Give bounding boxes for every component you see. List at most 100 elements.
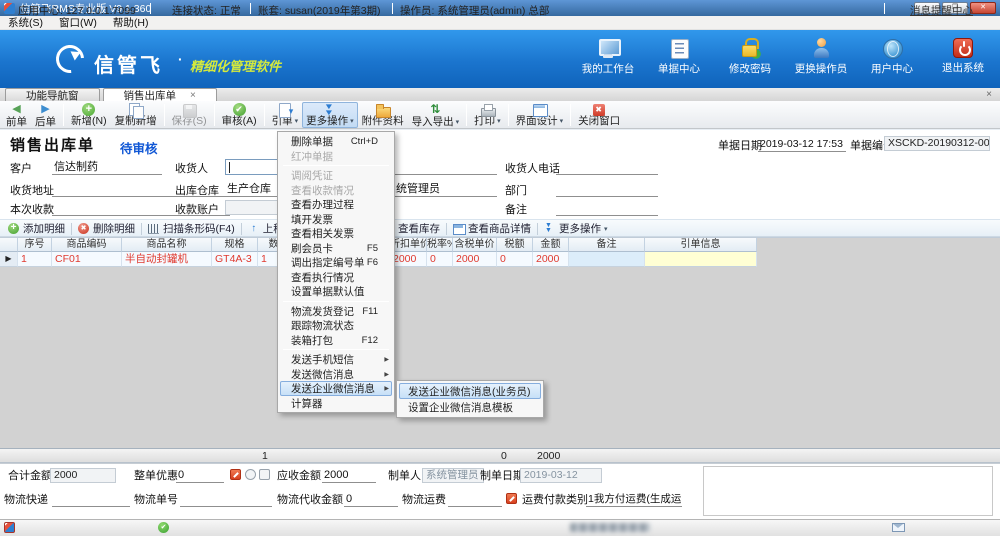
banner-action-document-center[interactable]: 单据中心 bbox=[650, 37, 708, 76]
detail-button-delete-row[interactable]: 删除明细 bbox=[74, 221, 139, 236]
toolbar-button-copy[interactable]: 复制新增 bbox=[111, 102, 161, 128]
waybill-field[interactable] bbox=[180, 492, 272, 507]
tabbar-close-icon[interactable]: × bbox=[986, 88, 992, 101]
menu-item-label: 查看执行情况 bbox=[291, 271, 378, 284]
document-type-title: 销售出库单 bbox=[10, 134, 95, 155]
add-row-icon bbox=[8, 223, 20, 235]
toolbar-button-label: 导入导出▾ bbox=[412, 117, 460, 128]
receivable-field[interactable]: 2000 bbox=[322, 468, 376, 483]
detail-button-more-lite[interactable]: 更多操作▾ bbox=[540, 221, 612, 236]
grid-cell[interactable]: CF01 bbox=[52, 252, 122, 267]
submenu-item[interactable]: 发送企业微信消息(业务员) bbox=[399, 383, 541, 399]
discount-percent-icon[interactable] bbox=[245, 469, 256, 480]
tab-bar: 功能导航窗销售出库单× × bbox=[0, 88, 1000, 101]
menu-item[interactable]: 查看办理过程 bbox=[280, 197, 392, 212]
toolbar-button-attachment[interactable]: 附件资料 bbox=[358, 102, 408, 128]
discount-edit-icon[interactable] bbox=[230, 469, 241, 480]
submenu-item[interactable]: 设置企业微信消息模板 bbox=[399, 399, 541, 415]
grid-header-cell[interactable]: 备注 bbox=[569, 238, 645, 252]
freight-type-field[interactable]: 1我方付运费(生成运 bbox=[586, 492, 682, 507]
toolbar-button-ui-design[interactable]: 界面设计▾ bbox=[512, 102, 568, 128]
menu-item[interactable]: 设置单据默认值 bbox=[280, 284, 392, 299]
toolbar-button-close-window[interactable]: 关闭窗口 bbox=[574, 102, 624, 128]
grid-cell[interactable]: 0 bbox=[427, 252, 453, 267]
menu-item[interactable]: 装箱打包F12 bbox=[280, 333, 392, 348]
toolbar-button-prev-doc[interactable]: 前单 bbox=[2, 102, 31, 128]
grid-header-cell[interactable]: 税率% bbox=[427, 238, 453, 252]
grid-header-cell[interactable]: 引单信息 bbox=[645, 238, 757, 252]
tab-sales-outbound-order[interactable]: 销售出库单× bbox=[103, 88, 217, 101]
document-center-icon bbox=[668, 37, 690, 59]
grid-header-cell[interactable]: 商品名称 bbox=[122, 238, 212, 252]
freight-edit-icon[interactable] bbox=[506, 493, 517, 504]
banner-action-switch-user[interactable]: 更换操作员 bbox=[792, 37, 850, 76]
menu-item[interactable]: 发送微信消息▶ bbox=[280, 367, 392, 382]
grid-header-cell[interactable]: 税额 bbox=[497, 238, 533, 252]
toolbar-button-next-doc[interactable]: 后单 bbox=[31, 102, 60, 128]
summary-cell bbox=[300, 449, 390, 464]
cod-amount-field[interactable]: 0 bbox=[344, 492, 398, 507]
banner-action-workbench[interactable]: 我的工作台 bbox=[579, 37, 637, 76]
toolbar-button-more-actions[interactable]: 更多操作▾ bbox=[302, 102, 358, 128]
detail-button-add-row[interactable]: 添加明细 bbox=[4, 221, 69, 236]
department-field[interactable] bbox=[556, 182, 658, 197]
menu-item[interactable]: 调出指定编号单据F6 bbox=[280, 255, 392, 270]
detail-button-barcode[interactable]: 扫描条形码(F4) bbox=[144, 221, 239, 236]
banner-action-user-center[interactable]: 用户中心 bbox=[863, 37, 921, 76]
menu-item[interactable]: 删除单据Ctrl+D bbox=[280, 134, 392, 149]
menu-item[interactable]: 物流发货登记F11 bbox=[280, 304, 392, 319]
grid-header-cell[interactable]: 含税单价 bbox=[453, 238, 497, 252]
menu-item[interactable]: 计算器 bbox=[280, 396, 392, 411]
submenu-arrow-icon: ▶ bbox=[384, 372, 389, 379]
discount-clear-icon[interactable] bbox=[259, 469, 270, 480]
grid-cell[interactable] bbox=[645, 252, 757, 267]
menu-item[interactable]: 跟踪物流状态 bbox=[280, 318, 392, 333]
menu-item[interactable]: 查看执行情况 bbox=[280, 270, 392, 285]
audit-icon bbox=[232, 103, 247, 115]
grid-cell[interactable]: 2000 bbox=[453, 252, 497, 267]
make-date-label: 制单日期 bbox=[480, 470, 524, 483]
menu-item[interactable]: 发送手机短信▶ bbox=[280, 352, 392, 367]
tab-close-icon[interactable]: × bbox=[190, 90, 196, 101]
pull-doc-icon bbox=[277, 103, 292, 115]
freight-field[interactable] bbox=[448, 492, 502, 507]
order-date-field[interactable]: 2019-03-12 17:53 bbox=[758, 137, 846, 152]
consignee-phone-field[interactable] bbox=[556, 160, 658, 175]
menu-item[interactable]: 刷会员卡F5 bbox=[280, 241, 392, 256]
menu-item-label: 发送企业微信消息(业务员) bbox=[408, 386, 531, 398]
grid-cell[interactable]: 半自动封罐机 bbox=[122, 252, 212, 267]
discount-field[interactable]: 0 bbox=[176, 468, 224, 483]
grid-cell[interactable]: GT4A-3 bbox=[212, 252, 258, 267]
notes-panel[interactable] bbox=[703, 466, 993, 516]
toolbar-button-import-export[interactable]: 导入导出▾ bbox=[408, 102, 464, 128]
grid-header-cell[interactable]: 规格 bbox=[212, 238, 258, 252]
remark-field[interactable] bbox=[556, 201, 658, 216]
grid-header-cell[interactable]: 折扣单价 bbox=[390, 238, 427, 252]
toolbar-button-audit[interactable]: 审核(A) bbox=[218, 102, 261, 128]
grid-header-cell[interactable]: 序号 bbox=[18, 238, 52, 252]
toolbar-button-pull-doc[interactable]: 引单▾ bbox=[268, 102, 303, 128]
tab-function-navigation[interactable]: 功能导航窗 bbox=[5, 88, 100, 101]
toolbar-button-add[interactable]: 新增(N) bbox=[67, 102, 111, 128]
menu-item[interactable]: 查看相关发票 bbox=[280, 226, 392, 241]
message-center-link[interactable]: 消息提醒中心 bbox=[910, 3, 973, 18]
menu-item-label: 计算器 bbox=[291, 397, 378, 410]
detail-button-text[interactable]: 查看库存 bbox=[394, 221, 444, 236]
grid-cell[interactable]: 2000 bbox=[533, 252, 569, 267]
banner-action-exit[interactable]: 退出系统 bbox=[934, 37, 992, 76]
banner-action-password[interactable]: 修改密码 bbox=[721, 37, 779, 76]
toolbar-button-print[interactable]: 打印▾ bbox=[470, 102, 505, 128]
menu-item[interactable]: 填开发票 bbox=[280, 212, 392, 227]
customer-field[interactable]: 信达制药 bbox=[52, 160, 162, 175]
grid-cell[interactable] bbox=[569, 252, 645, 267]
grid-cell[interactable]: 1 bbox=[18, 252, 52, 267]
grid-header-cell[interactable]: 金额 bbox=[533, 238, 569, 252]
grid-cell[interactable]: 2000 bbox=[390, 252, 427, 267]
grid-header-cell[interactable]: 商品编码 bbox=[52, 238, 122, 252]
grid-cell[interactable]: 0 bbox=[497, 252, 533, 267]
detail-button-product-detail[interactable]: 查看商品详情 bbox=[449, 221, 535, 236]
close-button[interactable] bbox=[970, 2, 996, 14]
express-field[interactable] bbox=[52, 492, 130, 507]
menu-item[interactable]: 发送企业微信消息▶ bbox=[280, 381, 392, 396]
toolbar-button-save: 保存(S) bbox=[168, 102, 211, 128]
